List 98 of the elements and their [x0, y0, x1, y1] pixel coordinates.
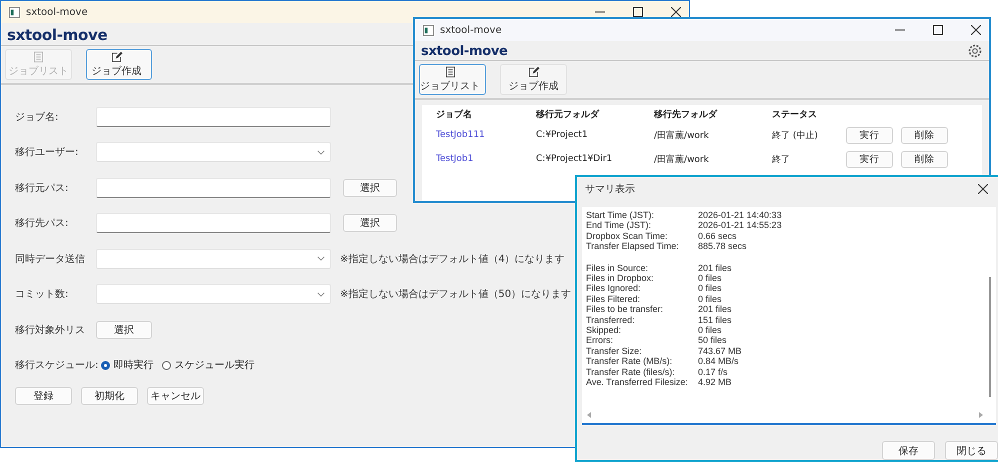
edit-icon	[526, 66, 541, 78]
field-label: ジョブ名:	[15, 110, 60, 124]
field-label: 移行ユーザー:	[15, 146, 80, 160]
delete-button[interactable]: 削除	[901, 126, 948, 144]
select-button[interactable]: 選択	[96, 320, 152, 339]
app-icon	[423, 24, 434, 36]
summary-label: Transfer Rate (files/s):	[586, 366, 676, 378]
close-button[interactable]: 閉じる	[945, 441, 998, 460]
dropdown-field[interactable]	[96, 284, 331, 304]
input-field[interactable]	[96, 178, 331, 198]
app-logo: sxtool-move	[421, 43, 508, 59]
summary-label: Transfer Elapsed Time:	[586, 241, 680, 252]
field-label: 移行元パス:	[15, 182, 70, 195]
app-logo: sxtool-move	[7, 25, 108, 44]
run-button[interactable]: 実行	[846, 150, 893, 168]
summary-label: Start Time (JST):	[586, 210, 656, 220]
radio-label: 即時実行	[113, 358, 154, 372]
summary-value: 0.84 MB/s	[698, 356, 739, 367]
summary-label: Files Filtered:	[586, 294, 642, 304]
select-button[interactable]: 選択	[343, 178, 397, 197]
field-label: 移行対象外リス	[15, 324, 86, 337]
summary-value: 0.17 f/s	[698, 366, 728, 378]
job-link[interactable]: TestJob111	[436, 130, 536, 140]
list-icon	[31, 51, 46, 63]
job-link[interactable]: TestJob1	[436, 154, 536, 164]
settings-icon[interactable]	[967, 42, 983, 58]
summary-label: Transferred:	[586, 314, 636, 326]
summary-value: 2026-01-21 14:40:33	[698, 210, 782, 220]
window-title: sxtool-move	[440, 24, 502, 36]
edit-icon	[109, 51, 124, 63]
summary-value: 4.92 MB	[698, 377, 732, 388]
close-icon[interactable]	[978, 184, 988, 194]
summary-label: End Time (JST):	[586, 220, 652, 231]
column-header: ジョブ名	[436, 108, 473, 120]
app-icon	[9, 6, 20, 18]
action-button[interactable]: 登録	[15, 387, 72, 405]
summary-value: 0 files	[698, 273, 722, 284]
table-cell-text: /田富薫/work	[654, 130, 710, 142]
close-icon[interactable]	[971, 25, 981, 35]
summary-value: 0 files	[698, 283, 722, 294]
table-cell-text: 終了	[772, 154, 791, 166]
field-label: 移行先パス:	[15, 216, 70, 230]
column-header: ステータス	[772, 108, 818, 120]
select-button[interactable]: 選択	[343, 214, 397, 232]
maximize-icon[interactable]	[633, 7, 643, 17]
action-button[interactable]: 初期化	[81, 387, 138, 405]
dropdown-field[interactable]	[96, 142, 331, 162]
window-title: sxtool-move	[26, 6, 88, 18]
summary-value: 201 files	[698, 304, 732, 315]
hint-text: ※指定しない場合はデフォルト値（50）になります	[340, 288, 572, 302]
summary-label: Transfer Rate (MB/s):	[586, 356, 674, 367]
delete-button[interactable]: 削除	[901, 150, 948, 168]
summary-label: Files to be transfer:	[586, 304, 664, 315]
summary-label: Files in Dropbox:	[586, 273, 655, 284]
summary-value: 201 files	[698, 262, 732, 274]
field-label: 移行スケジュール:	[15, 359, 98, 372]
hint-text: ※指定しない場合はデフォルト値（4）になります	[340, 252, 565, 266]
chevron-down-icon	[317, 150, 325, 155]
summary-label: Ave. Transferred Filesize:	[586, 377, 689, 388]
summary-value: 50 files	[698, 335, 727, 346]
maximize-icon[interactable]	[933, 25, 943, 35]
summary-value: 0 files	[698, 325, 722, 336]
job-create-tab[interactable]: ジョブ作成	[86, 49, 152, 80]
summary-label: Files in Source:	[586, 262, 650, 274]
table-cell-text: C:¥Project1	[536, 130, 589, 140]
chevron-down-icon	[317, 256, 325, 262]
summary-label: Transfer Size:	[586, 346, 643, 356]
summary-value: 0.66 secs	[698, 230, 737, 242]
dropdown-field[interactable]	[96, 248, 331, 269]
run-button[interactable]: 実行	[846, 126, 893, 144]
summary-value: 743.67 MB	[698, 346, 742, 356]
column-header: 移行先フォルダ	[654, 108, 718, 120]
dialog-title: サマリ表示	[585, 182, 635, 196]
job-create-tab[interactable]: ジョブ作成	[500, 64, 567, 95]
job-list-tab[interactable]: ジョブリスト	[419, 64, 486, 95]
action-button[interactable]: キャンセル	[147, 387, 204, 405]
radio-button[interactable]	[162, 360, 172, 370]
radio-button[interactable]	[101, 360, 110, 370]
summary-value: 0 files	[698, 294, 722, 304]
table-cell-text: 終了 (中止)	[772, 130, 819, 142]
input-field[interactable]	[96, 213, 331, 234]
radio-label: スケジュール実行	[174, 358, 254, 372]
table-cell-text: C:¥Project1¥Dir1	[536, 154, 614, 164]
field-label: コミット数:	[15, 288, 70, 302]
summary-label: Files Ignored:	[586, 283, 642, 294]
summary-label: Dropbox Scan Time:	[586, 230, 669, 242]
chevron-down-icon	[317, 292, 325, 297]
save-button[interactable]: 保存	[882, 441, 935, 460]
input-field[interactable]	[96, 106, 331, 127]
field-label: 同時データ送信	[15, 252, 86, 266]
summary-value: 885.78 secs	[698, 241, 747, 252]
summary-label: Skipped:	[586, 325, 622, 336]
summary-value: 151 files	[698, 314, 732, 326]
column-header: 移行元フォルダ	[536, 108, 600, 120]
summary-value: 2026-01-21 14:55:23	[698, 220, 782, 231]
table-cell-text: /田富薫/work	[654, 154, 710, 166]
close-icon[interactable]	[671, 7, 681, 17]
summary-label: Errors:	[586, 335, 614, 346]
